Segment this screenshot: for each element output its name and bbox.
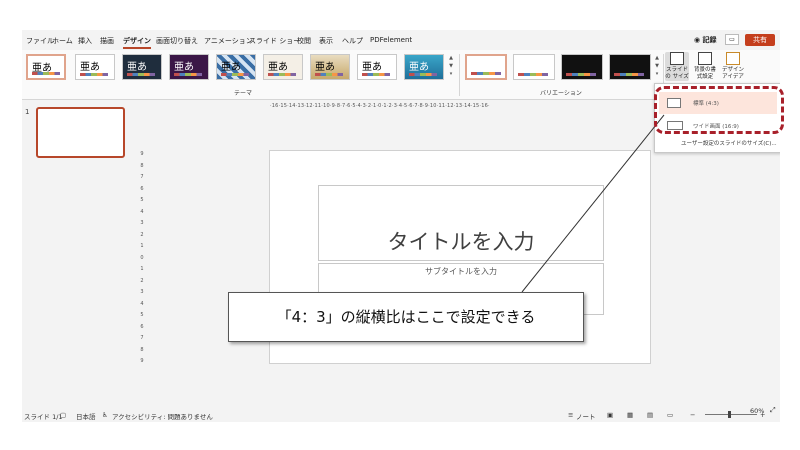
language[interactable]: 日本語 xyxy=(76,411,96,421)
normal-view-icon[interactable]: ▣ xyxy=(607,411,613,419)
themes-scroll[interactable]: ▲ ▼ ▾ xyxy=(447,54,455,80)
subtitle-placeholder-text: サブタイトルを入力 xyxy=(425,267,497,276)
tab-home[interactable]: ホーム xyxy=(52,36,73,46)
annotation-highlight-box xyxy=(654,86,784,134)
tab-help[interactable]: ヘルプ xyxy=(342,36,363,46)
variant-4[interactable] xyxy=(609,54,651,80)
slide-size-icon xyxy=(670,52,684,65)
spellcheck-icon[interactable]: ▢ xyxy=(60,411,66,419)
vertical-ruler-tick: 3 xyxy=(140,220,144,226)
theme-5[interactable]: 亜あ xyxy=(216,54,256,80)
theme-7[interactable]: 亜あ xyxy=(310,54,350,80)
theme-office[interactable]: 亜あ xyxy=(26,54,66,80)
vertical-ruler-tick: 9 xyxy=(140,358,144,364)
zoom-slider-handle[interactable] xyxy=(728,411,731,418)
tab-insert[interactable]: 挿入 xyxy=(78,36,92,46)
callout-text: 「4：3」の縦横比はここで設定できる xyxy=(276,308,536,326)
tab-animations[interactable]: アニメーション xyxy=(204,36,253,46)
theme-9[interactable]: 亜あ xyxy=(404,54,444,80)
tab-design[interactable]: デザイン xyxy=(123,36,151,49)
theme-glyph: 亜あ xyxy=(362,62,382,73)
accessibility-status[interactable]: アクセシビリティ: 問題ありません xyxy=(112,411,213,421)
theme-glyph: 亜あ xyxy=(174,62,194,73)
format-background-icon xyxy=(698,52,712,65)
tab-transitions[interactable]: 画面切り替え xyxy=(156,36,198,46)
reading-view-icon[interactable]: ▤ xyxy=(647,411,653,419)
vertical-ruler-tick: 4 xyxy=(140,300,144,307)
vertical-ruler-tick: 9 xyxy=(140,151,144,157)
ribbon-separator xyxy=(459,54,460,96)
zoom-level[interactable]: 60% xyxy=(750,407,764,415)
slide-size-button[interactable]: スライドの サイズ xyxy=(665,52,689,81)
notes-button[interactable]: ノート xyxy=(576,411,596,421)
slide-size-label: スライドの サイズ xyxy=(665,67,689,80)
tab-view[interactable]: 表示 xyxy=(319,36,333,46)
format-background-button[interactable]: 背景の書式設定 xyxy=(692,52,718,81)
accessibility-icon: ♿ xyxy=(102,411,108,419)
vertical-ruler-tick: 7 xyxy=(140,335,144,341)
tab-draw[interactable]: 描画 xyxy=(100,36,114,46)
theme-glyph: 亜あ xyxy=(80,62,100,73)
vertical-ruler-tick: 1 xyxy=(140,243,144,249)
title-placeholder[interactable]: タイトルを入力 xyxy=(318,185,604,261)
theme-glyph: 亜あ xyxy=(127,62,147,73)
custom-slide-size[interactable]: ユーザー設定のスライドのサイズ(C)... xyxy=(681,139,777,147)
theme-glyph: 亜あ xyxy=(221,62,241,73)
vertical-ruler-tick: 6 xyxy=(140,323,144,330)
theme-glyph: 亜あ xyxy=(268,62,288,73)
tab-slideshow[interactable]: スライド ショー xyxy=(249,36,300,46)
annotation-callout: 「4：3」の縦横比はここで設定できる xyxy=(228,292,584,342)
vertical-ruler-tick: 0 xyxy=(140,254,144,261)
theme-4[interactable]: 亜あ xyxy=(169,54,209,80)
slide-thumbnail[interactable] xyxy=(36,107,125,158)
menu-bar: ファイル ホーム 挿入 描画 デザイン 画面切り替え アニメーション スライド … xyxy=(22,30,780,50)
vertical-ruler-tick: 8 xyxy=(140,162,144,169)
theme-3[interactable]: 亜あ xyxy=(122,54,162,80)
themes-group-label: テーマ xyxy=(234,90,253,97)
theme-6[interactable]: 亜あ xyxy=(263,54,303,80)
notes-icon: ≡ xyxy=(568,411,574,419)
theme-8[interactable]: 亜あ xyxy=(357,54,397,80)
designer-button[interactable]: デザイン アイデア xyxy=(720,52,746,81)
vertical-ruler-tick: 7 xyxy=(140,174,144,180)
sorter-view-icon[interactable]: ▦ xyxy=(627,411,633,419)
status-bar: スライド 1/1 ▢ 日本語 ♿ アクセシビリティ: 問題ありません ≡ ノート… xyxy=(22,406,780,422)
thumbnail-number: 1 xyxy=(25,108,30,116)
vertical-ruler-tick: 8 xyxy=(140,346,144,353)
variant-3[interactable] xyxy=(561,54,603,80)
vertical-ruler-tick: 1 xyxy=(140,266,144,272)
vertical-ruler-tick: 2 xyxy=(140,231,144,238)
comment-icon[interactable]: ▭ xyxy=(725,34,739,45)
fit-to-window-icon[interactable]: ⤢ xyxy=(770,406,776,415)
title-placeholder-text: タイトルを入力 xyxy=(387,230,535,254)
horizontal-ruler: ·16·15·14·13·12·11·10·9·8·7·6·5·4·3·2·1·… xyxy=(270,103,490,109)
theme-glyph: 亜あ xyxy=(315,62,335,73)
vertical-ruler-tick: 2 xyxy=(140,277,144,284)
zoom-out-icon[interactable]: − xyxy=(690,411,695,419)
vertical-ruler-tick: 3 xyxy=(140,289,144,295)
vertical-ruler-tick: 4 xyxy=(140,208,144,215)
tab-review[interactable]: 校閲 xyxy=(297,36,311,46)
tab-file[interactable]: ファイル xyxy=(26,36,54,46)
variant-1[interactable] xyxy=(465,54,507,80)
vertical-ruler-tick: 5 xyxy=(140,197,144,203)
vertical-ruler-tick: 5 xyxy=(140,312,144,318)
record-button[interactable]: ◉ 記録 xyxy=(694,35,717,45)
variant-2[interactable] xyxy=(513,54,555,80)
slide-count[interactable]: スライド 1/1 xyxy=(24,411,63,421)
tab-pdfelement[interactable]: PDFelement xyxy=(370,36,412,44)
designer-label: デザイン アイデア xyxy=(721,67,744,80)
variants-group-label: バリエーション xyxy=(540,90,582,97)
vertical-ruler-tick: 6 xyxy=(140,185,144,192)
theme-glyph: 亜あ xyxy=(409,62,429,73)
designer-icon xyxy=(726,52,740,65)
vertical-ruler: 9 8 7 6 5 4 3 2 1 0 1 2 3 4 5 6 7 8 9 xyxy=(138,150,146,370)
format-background-label: 背景の書式設定 xyxy=(693,67,716,80)
theme-2[interactable]: 亜あ xyxy=(75,54,115,80)
share-button[interactable]: 共有 xyxy=(745,34,775,46)
variants-scroll[interactable]: ▲ ▼ ▾ xyxy=(653,54,661,80)
slideshow-view-icon[interactable]: ▭ xyxy=(667,411,673,419)
